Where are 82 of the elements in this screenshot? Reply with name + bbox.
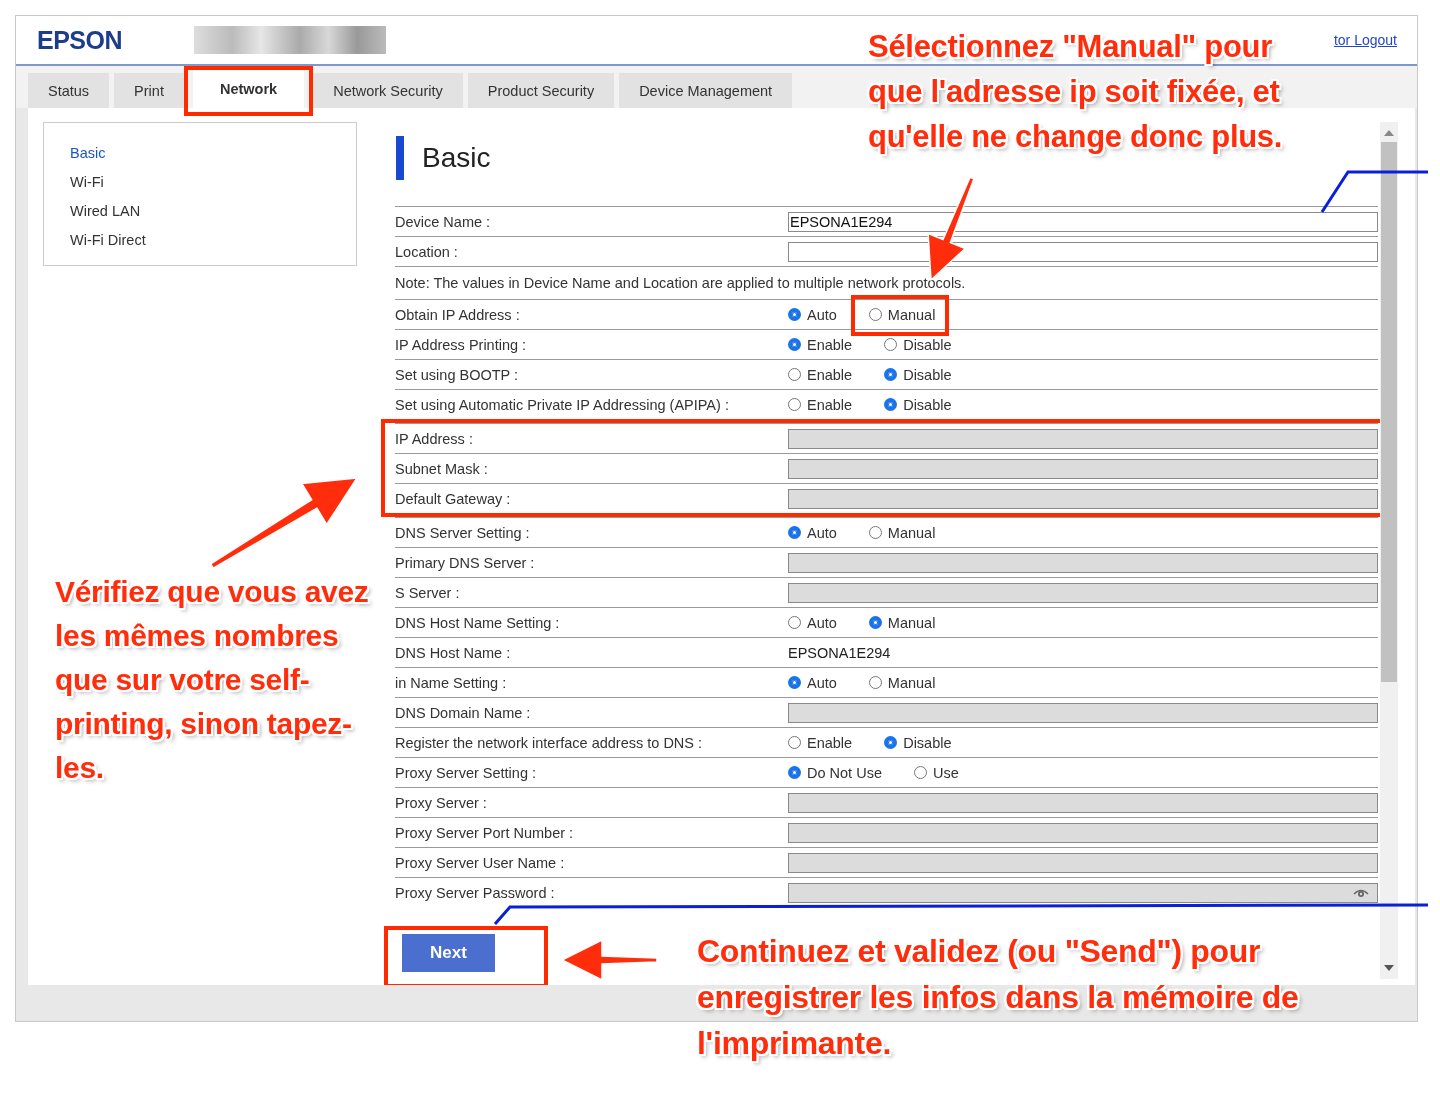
field-label: DNS Server Setting : <box>395 524 531 541</box>
radio-button[interactable] <box>868 676 882 689</box>
field-value: EPSONA1E294 <box>788 644 891 661</box>
annotation-text: Sélectionnez "Manual" pour que l'adresse ip soit fixée, et qu'elle ne change donc plus. <box>868 28 1284 156</box>
sidebar-item[interactable]: Wi-Fi <box>70 168 104 197</box>
field-label: Device Name : <box>395 213 492 230</box>
field-label: Proxy Server User Name : <box>395 854 566 871</box>
radio-button[interactable] <box>868 616 882 629</box>
radio-option[interactable]: Auto <box>788 614 837 631</box>
radio-option[interactable]: Manual <box>868 524 936 541</box>
sidebar-item[interactable]: Wi-Fi Direct <box>70 226 146 255</box>
radio-option[interactable]: Auto <box>788 524 837 541</box>
radio-button[interactable] <box>788 368 801 381</box>
radio-option[interactable]: Disable <box>884 366 952 383</box>
field-label: DNS Host Name Setting : <box>395 614 561 631</box>
tab[interactable]: Device Management <box>619 73 793 108</box>
radio-button[interactable] <box>788 338 801 351</box>
note-text: Note: The values in Device Name and Location are applied to multiple network protocols. <box>395 275 966 291</box>
radio-button[interactable] <box>788 526 801 539</box>
radio-button[interactable] <box>788 398 801 411</box>
logo: EPSON <box>37 25 123 55</box>
field-label: DNS Host Name : <box>395 644 512 661</box>
radio-option[interactable]: Disable <box>884 396 952 413</box>
field-label: Obtain IP Address : <box>395 306 521 323</box>
scroll-up-icon[interactable] <box>1384 130 1394 136</box>
radio-button[interactable] <box>884 398 898 411</box>
radio-button[interactable] <box>868 308 882 321</box>
input-field[interactable]: EPSONA1E294 <box>788 211 1378 232</box>
radio-button[interactable] <box>788 766 801 779</box>
radio-option[interactable]: Manual <box>868 674 936 691</box>
field-label: S Server : <box>395 584 461 601</box>
annotation-text: Vérifiez que vous avez les mêmes nombres que sur votre self-printing, sinon tapez-les. <box>55 574 370 786</box>
radio-option[interactable]: Enable <box>788 734 853 751</box>
field-label: Proxy Server Port Number : <box>395 824 575 841</box>
radio-option[interactable]: Manual <box>868 614 936 631</box>
field-label: Register the network interface address to DNS : <box>395 734 704 751</box>
tab[interactable]: Network Security <box>313 73 463 108</box>
tab[interactable]: Product Security <box>467 73 615 108</box>
field-label: Proxy Server : <box>395 794 488 811</box>
radio-button[interactable] <box>788 676 801 689</box>
field-label: Primary DNS Server : <box>395 554 536 571</box>
annotation-text: Continuez et validez (ou "Send") pour enregistrer les infos dans la mémoire de l'imprimante. <box>697 932 1300 1063</box>
radio-option[interactable]: Enable <box>788 366 853 383</box>
input-field[interactable] <box>788 241 1378 262</box>
scrollbar-thumb[interactable] <box>1381 142 1397 682</box>
field-label: IP Address Printing : <box>395 336 528 353</box>
radio-button[interactable] <box>913 766 927 779</box>
radio-option[interactable]: Enable <box>788 396 853 413</box>
radio-option[interactable]: Disable <box>884 336 952 353</box>
radio-option[interactable]: Disable <box>884 734 952 751</box>
field-label: Set using BOOTP : <box>395 366 520 383</box>
field-label: DNS Domain Name : <box>395 704 532 721</box>
field-label: Default Gateway : <box>395 490 512 507</box>
field-label: Location : <box>395 243 459 260</box>
field-label: Subnet Mask : <box>395 460 489 477</box>
radio-button[interactable] <box>788 736 801 749</box>
radio-option[interactable]: Use <box>913 764 959 781</box>
radio-option[interactable]: Enable <box>788 336 853 353</box>
sidebar-item[interactable]: Basic <box>70 139 106 168</box>
radio-option[interactable]: Do Not Use <box>788 764 882 781</box>
radio-option[interactable]: Manual <box>868 306 936 323</box>
field-label: Proxy Server Setting : <box>395 764 538 781</box>
scroll-down-icon[interactable] <box>1384 965 1394 971</box>
sidebar-item[interactable]: Wired LAN <box>70 197 141 226</box>
radio-button[interactable] <box>884 736 898 749</box>
field-label: Set using Automatic Private IP Addressing (APIPA) : <box>395 396 730 413</box>
scrollbar[interactable] <box>1380 122 1398 979</box>
radio-button[interactable] <box>868 526 882 539</box>
field-label: Proxy Server Password : <box>395 884 556 901</box>
next-button[interactable]: Next <box>402 934 495 972</box>
radio-button[interactable] <box>884 368 898 381</box>
radio-option[interactable]: Auto <box>788 306 837 323</box>
radio-button[interactable] <box>788 616 801 629</box>
radio-button[interactable] <box>884 338 898 351</box>
radio-button[interactable] <box>788 308 801 321</box>
tab[interactable]: Network <box>192 70 305 108</box>
field-label: IP Address : <box>395 430 474 447</box>
tab[interactable]: Status <box>28 73 110 108</box>
field-label: in Name Setting : <box>395 674 508 691</box>
tab[interactable]: Print <box>114 73 184 108</box>
radio-option[interactable]: Auto <box>788 674 837 691</box>
logout-link[interactable]: tor Logout <box>1333 32 1397 48</box>
